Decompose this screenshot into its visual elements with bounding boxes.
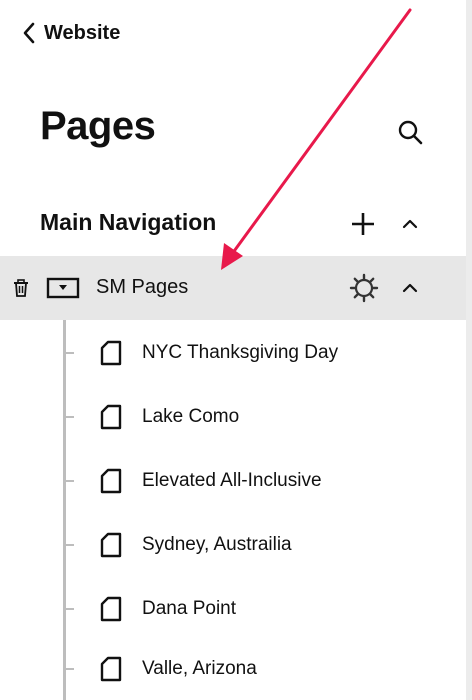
page-item[interactable]: NYC Thanksgiving Day xyxy=(0,320,466,384)
search-icon xyxy=(398,120,423,145)
collapse-folder-button[interactable] xyxy=(400,278,420,298)
page-label: Lake Como xyxy=(142,406,240,427)
folder-settings-button[interactable] xyxy=(348,272,380,304)
tree-connector xyxy=(66,352,74,354)
back-label: Website xyxy=(44,21,121,44)
folder-icon xyxy=(46,276,80,300)
page-label: Sydney, Austrailia xyxy=(142,534,292,555)
page-icon xyxy=(100,532,122,558)
tree-connector xyxy=(66,544,74,546)
page-icon xyxy=(100,340,122,366)
page-icon xyxy=(100,468,122,494)
page-icon xyxy=(100,656,122,682)
page-item[interactable]: Valle, Arizona xyxy=(0,636,466,700)
add-page-button[interactable] xyxy=(350,211,376,237)
delete-button[interactable] xyxy=(12,278,30,298)
chevron-up-icon xyxy=(402,219,418,229)
chevron-up-icon xyxy=(402,283,418,293)
back-to-website-button[interactable]: Website xyxy=(22,20,120,46)
gear-icon xyxy=(349,273,379,303)
collapse-section-button[interactable] xyxy=(400,214,420,234)
search-button[interactable] xyxy=(396,118,424,146)
scrollbar[interactable] xyxy=(466,0,472,700)
page-label: Dana Point xyxy=(142,598,237,619)
tree-connector xyxy=(66,416,74,418)
page-icon xyxy=(100,596,122,622)
folder-row-sm-pages[interactable]: SM Pages xyxy=(0,256,466,320)
page-icon xyxy=(100,404,122,430)
page-item[interactable]: Dana Point xyxy=(0,576,466,640)
chevron-left-icon xyxy=(23,22,35,44)
page-title: Pages xyxy=(40,104,156,148)
folder-label: SM Pages xyxy=(96,276,189,298)
page-item[interactable]: Sydney, Austrailia xyxy=(0,512,466,576)
page-item[interactable]: Elevated All-Inclusive xyxy=(0,448,466,512)
tree-connector xyxy=(66,668,74,670)
trash-icon xyxy=(14,279,28,297)
section-title: Main Navigation xyxy=(40,209,217,235)
page-label: NYC Thanksgiving Day xyxy=(142,342,339,363)
page-label: Elevated All-Inclusive xyxy=(142,470,322,491)
page-label: Valle, Arizona xyxy=(142,658,257,679)
tree-connector xyxy=(66,608,74,610)
plus-icon xyxy=(352,213,374,235)
page-item[interactable]: Lake Como xyxy=(0,384,466,448)
tree-connector xyxy=(66,480,74,482)
